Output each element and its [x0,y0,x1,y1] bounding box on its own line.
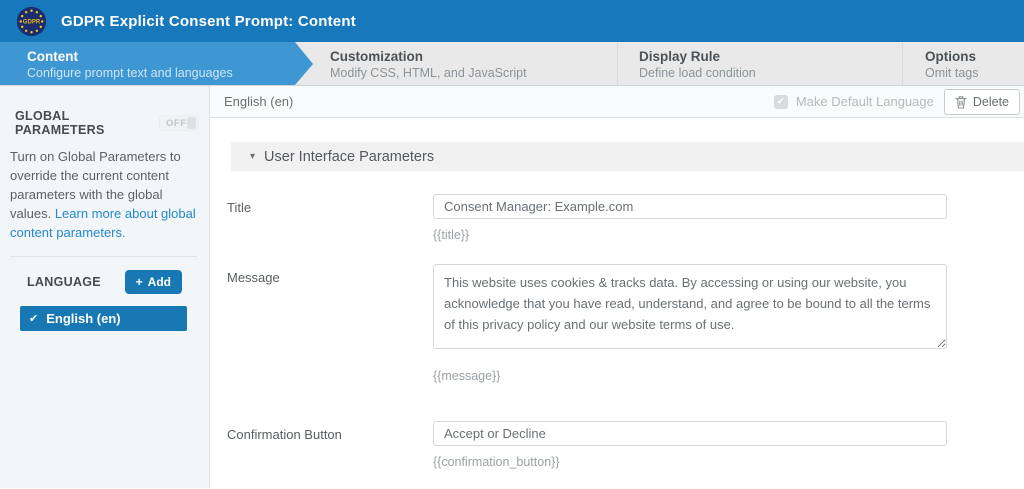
caret-down-icon: ▾ [250,151,256,162]
check-icon: ✔ [29,313,39,325]
global-parameters-label: GLOBAL PARAMETERS [15,109,105,137]
svg-text:GDPR: GDPR [23,19,41,25]
app-header: GDPR GDPR Explicit Consent Prompt: Conte… [0,0,1024,42]
page-title: GDPR Explicit Consent Prompt: Content [61,12,356,30]
tab-content-subtitle: Configure prompt text and languages [27,66,233,80]
language-item-english[interactable]: ✔ English (en) [20,306,187,331]
title-field-wrap: {{title}} [433,194,947,242]
confirmation-field-label: Confirmation Button [227,427,342,442]
field-row-title: Title {{title}} [210,194,1024,242]
tab-options-label: Options [925,49,976,64]
checkmark-icon: ✔ [777,96,785,106]
form-body: ▾ User Interface Parameters Title {{titl… [210,118,1024,488]
content-area: GLOBAL PARAMETERS OFF Turn on Global Par… [0,86,1024,488]
message-field-wrap: This website uses cookies & tracks data.… [433,264,947,383]
trash-icon [955,95,967,109]
language-topbar: English (en) ✔ Make Default Language Del… [210,86,1024,118]
tab-bar: Content Configure prompt text and langua… [0,42,1024,86]
tab-customization-label: Customization [330,49,423,64]
add-language-button[interactable]: + Add [124,270,182,294]
delete-language-button[interactable]: Delete [943,88,1020,115]
tab-customization[interactable]: Customization Modify CSS, HTML, and Java… [295,42,617,85]
current-language-header: English (en) [224,94,294,109]
confirmation-field-wrap: {{confirmation_button}} [433,421,947,469]
language-item-label: English (en) [46,311,121,326]
message-field-label: Message [227,270,280,285]
field-row-message: Message This website uses cookies & trac… [210,264,1024,383]
tab-options-subtitle: Omit tags [925,66,979,80]
plus-icon: + [135,275,143,289]
main-panel: English (en) ✔ Make Default Language Del… [210,86,1024,488]
title-input[interactable] [433,194,947,219]
field-row-confirmation-button: Confirmation Button {{confirmation_butto… [210,421,1024,469]
gdpr-logo-icon: GDPR [16,6,47,36]
add-button-label: Add [147,275,171,289]
section-user-interface-parameters[interactable]: ▾ User Interface Parameters [231,142,1024,171]
sidebar: GLOBAL PARAMETERS OFF Turn on Global Par… [0,86,210,488]
make-default-checkbox: ✔ [773,94,788,109]
toggle-knob-icon [186,117,196,129]
tab-options[interactable]: Options Omit tags [902,42,1024,85]
confirmation-button-input[interactable] [433,421,947,446]
message-token: {{message}} [433,369,501,383]
global-parameters-toggle[interactable]: OFF [159,115,199,131]
make-default-label: Make Default Language [795,94,934,109]
tab-display-rule[interactable]: Display Rule Define load condition [617,42,902,85]
tab-customization-subtitle: Modify CSS, HTML, and JavaScript [330,66,527,80]
sidebar-divider [10,256,197,257]
section-title: User Interface Parameters [264,148,435,165]
language-row: LANGUAGE + Add [27,270,182,294]
toggle-off-label: OFF [166,117,187,129]
global-parameters-description: Turn on Global Parameters to override th… [10,147,197,242]
message-textarea[interactable]: This website uses cookies & tracks data.… [433,264,947,349]
tab-display-rule-subtitle: Define load condition [639,66,756,80]
delete-button-label: Delete [972,94,1009,109]
confirmation-token: {{confirmation_button}} [433,455,560,469]
tab-display-rule-label: Display Rule [639,49,721,64]
tab-content[interactable]: Content Configure prompt text and langua… [0,42,313,85]
title-field-label: Title [227,200,252,215]
language-label: LANGUAGE [27,275,101,289]
title-token: {{title}} [433,228,470,242]
tab-content-label: Content [27,49,78,64]
global-parameters-row: GLOBAL PARAMETERS OFF [15,109,199,137]
